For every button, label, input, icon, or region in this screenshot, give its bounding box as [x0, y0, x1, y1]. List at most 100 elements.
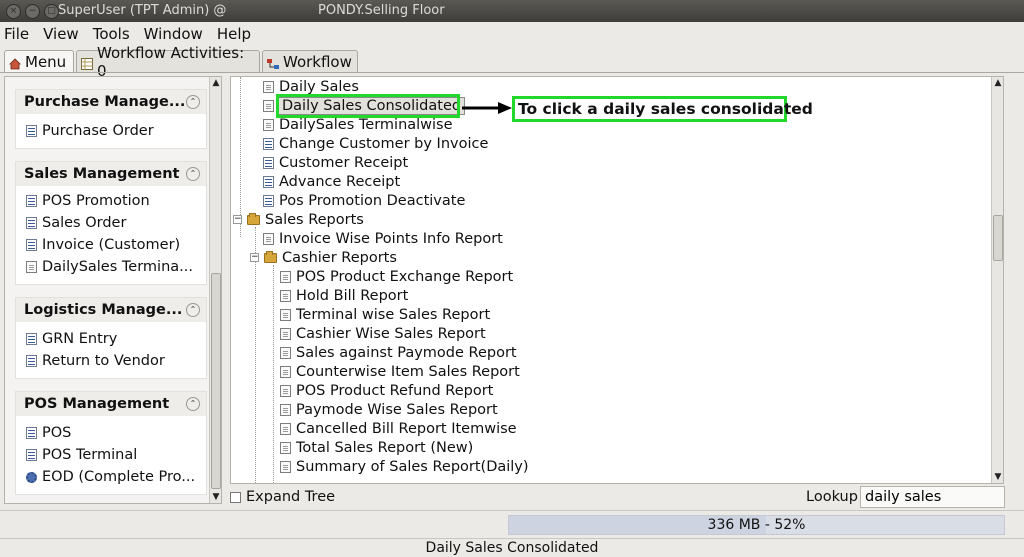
tree-folder-sales-reports[interactable]: − Sales Reports [233, 210, 364, 229]
memory-bar[interactable]: 336 MB - 52% [508, 515, 1005, 535]
sidebar-panel: Purchase Manage... ⌃ Purchase Order Sale… [4, 76, 222, 504]
tree-item-label: POS Product Exchange Report [296, 268, 514, 285]
tree-item[interactable]: Pos Promotion Deactivate [263, 191, 465, 210]
sidebar-item-return-to-vendor[interactable]: Return to Vendor [16, 350, 206, 372]
close-window-icon[interactable]: × [6, 4, 21, 19]
sidebar-item-eod[interactable]: EOD (Complete Pro... [16, 466, 206, 488]
tree-scrollbar[interactable]: ▲ ▼ [991, 77, 1003, 483]
lookup-input[interactable] [860, 486, 1005, 508]
tree-item[interactable]: Cashier Wise Sales Report [280, 324, 486, 343]
sidebar-item-invoice-customer[interactable]: Invoice (Customer) [16, 234, 206, 256]
menu-file[interactable]: File [4, 25, 29, 43]
sidebar-item-pos[interactable]: POS [16, 422, 206, 444]
tree-item[interactable]: Paymode Wise Sales Report [280, 400, 498, 419]
collapse-icon[interactable]: ⌃ [186, 397, 200, 411]
expand-tree-checkbox[interactable]: Expand Tree [230, 489, 335, 505]
page-icon [263, 99, 274, 112]
menu-window[interactable]: Window [144, 25, 203, 43]
scrollbar-thumb[interactable] [993, 215, 1003, 261]
tree-item[interactable]: Terminal wise Sales Report [280, 305, 490, 324]
tree-item[interactable]: Total Sales Report (New) [280, 438, 473, 457]
section-title: Purchase Manage... [24, 94, 186, 110]
page-icon [280, 327, 291, 340]
sidebar-item-label: POS Promotion [42, 193, 150, 209]
page-icon [280, 384, 291, 397]
scroll-down-icon[interactable]: ▼ [210, 491, 221, 503]
workflow-icon [267, 56, 279, 69]
tab-menu-label: Menu [25, 52, 67, 71]
collapse-node-icon[interactable]: − [233, 215, 242, 224]
sidebar-section-header[interactable]: Sales Management ⌃ [16, 162, 206, 186]
sidebar-item-pos-promotion[interactable]: POS Promotion [16, 190, 206, 212]
tab-menu[interactable]: Menu [4, 50, 74, 72]
tab-workflow-activities-label: Workflow Activities: 0 [97, 43, 245, 80]
tree-item[interactable]: POS Product Exchange Report [280, 267, 513, 286]
sidebar-section-header[interactable]: POS Management ⌃ [16, 392, 206, 416]
sidebar-section-header[interactable]: Purchase Manage... ⌃ [16, 90, 206, 114]
tree-item[interactable]: Hold Bill Report [280, 286, 408, 305]
tree-item-label: Invoice Wise Points Info Report [279, 230, 503, 247]
menu-view[interactable]: View [43, 25, 79, 43]
tree-item[interactable]: Counterwise Item Sales Report [280, 362, 520, 381]
collapse-icon[interactable]: ⌃ [186, 303, 200, 317]
tree-item-label: Customer Receipt [279, 154, 409, 171]
tree-item-label: Change Customer by Invoice [279, 135, 489, 152]
collapse-icon[interactable]: ⌃ [186, 167, 200, 181]
page-icon [263, 232, 274, 245]
sidebar-item-purchase-order[interactable]: Purchase Order [16, 120, 206, 142]
sidebar-item-label: POS [42, 425, 72, 441]
tree-item-label: Terminal wise Sales Report [296, 306, 491, 323]
sidebar-item-dailysales-terminal[interactable]: DailySales Termina... [16, 256, 206, 278]
tree-item[interactable]: Cancelled Bill Report Itemwise [280, 419, 517, 438]
page-icon [280, 422, 291, 435]
tree-item[interactable]: POS Product Refund Report [280, 381, 493, 400]
scroll-up-icon[interactable]: ▲ [992, 77, 1003, 89]
menu-tree: Daily Sales Daily Sales Consolidated Dai… [231, 77, 991, 483]
tab-workflow[interactable]: Workflow [262, 50, 358, 72]
page-icon [26, 261, 37, 273]
section-title: Sales Management [24, 166, 180, 182]
checkbox-icon[interactable] [230, 491, 241, 503]
document-icon [26, 195, 37, 207]
sidebar-scrollbar[interactable]: ▲ ▼ [209, 77, 221, 503]
document-icon [263, 137, 274, 150]
highlight-box [276, 94, 460, 118]
tab-workflow-activities[interactable]: Workflow Activities: 0 [76, 44, 260, 80]
collapse-icon[interactable]: ⌃ [186, 95, 200, 109]
tree-item[interactable]: Sales against Paymode Report [280, 343, 517, 362]
scroll-up-icon[interactable]: ▲ [210, 77, 221, 89]
tree-item-label: Summary of Sales Report(Daily) [296, 458, 529, 475]
document-icon [26, 125, 37, 137]
sidebar-item-label: EOD (Complete Pro... [42, 469, 196, 485]
minimize-window-icon[interactable]: − [25, 4, 40, 19]
menu-help[interactable]: Help [217, 25, 251, 43]
sidebar-item-label: Purchase Order [42, 123, 154, 139]
folder-icon [264, 250, 277, 263]
scroll-down-icon[interactable]: ▼ [992, 471, 1003, 483]
tree-item-label: Paymode Wise Sales Report [296, 401, 498, 418]
maximize-window-icon[interactable]: □ [44, 4, 59, 19]
sidebar-item-sales-order[interactable]: Sales Order [16, 212, 206, 234]
scrollbar-thumb[interactable] [211, 273, 221, 489]
sidebar-item-grn-entry[interactable]: GRN Entry [16, 328, 206, 350]
sidebar-item-pos-terminal[interactable]: POS Terminal [16, 444, 206, 466]
tree-item[interactable]: Change Customer by Invoice [263, 134, 488, 153]
page-icon [280, 441, 291, 454]
sidebar-item-label: Return to Vendor [42, 353, 165, 369]
collapse-node-icon[interactable]: − [250, 253, 259, 262]
menu-tools[interactable]: Tools [93, 25, 130, 43]
folder-icon [247, 212, 260, 225]
tree-folder-cashier-reports[interactable]: − Cashier Reports [250, 248, 397, 267]
tree-item[interactable]: Summary of Sales Report(Daily) [280, 457, 529, 476]
sidebar-section-logistics: Logistics Manage... ⌃ GRN Entry Return t… [15, 297, 207, 379]
tree-item[interactable]: Customer Receipt [263, 153, 408, 172]
page-icon [280, 346, 291, 359]
document-icon [263, 156, 274, 169]
document-icon [26, 427, 37, 439]
tree-item[interactable]: Invoice Wise Points Info Report [263, 229, 503, 248]
tree-item[interactable]: Advance Receipt [263, 172, 400, 191]
menu-tree-panel: Daily Sales Daily Sales Consolidated Dai… [230, 76, 1004, 484]
tree-item-label: DailySales Terminalwise [279, 116, 453, 133]
gear-icon [26, 471, 37, 483]
sidebar-section-header[interactable]: Logistics Manage... ⌃ [16, 298, 206, 322]
